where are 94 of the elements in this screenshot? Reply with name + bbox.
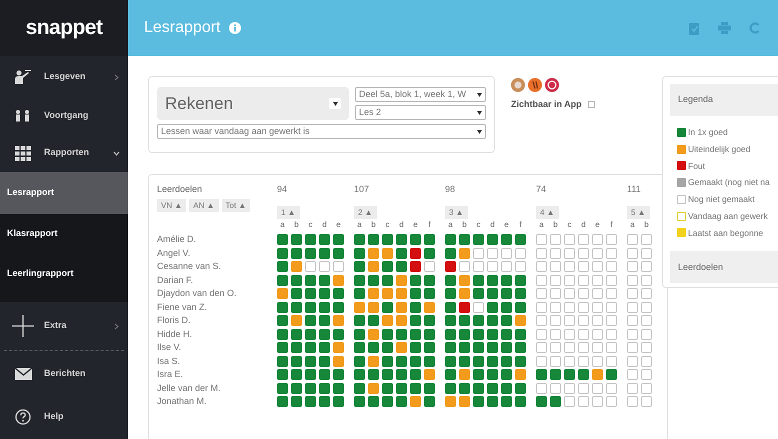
checkbox[interactable] — [588, 101, 595, 108]
submenu-item[interactable]: Lesrapport — [0, 172, 128, 214]
student-name: Angel V. — [157, 246, 192, 260]
student-name: Floris D. — [157, 314, 192, 327]
goal-number: 107 — [354, 183, 370, 196]
page-title: Lesrapport — [144, 18, 220, 38]
goal-number: 94 — [277, 183, 288, 196]
subgoal-letter: e — [503, 219, 510, 231]
sort-button[interactable]: AN ▲ — [189, 199, 219, 212]
notepad-icon[interactable] — [689, 22, 700, 34]
subgoal-letter: d — [580, 219, 587, 231]
subgoal-letter: a — [538, 219, 545, 231]
help-icon — [15, 409, 31, 425]
badge-icon[interactable] — [545, 78, 559, 92]
student-name: Djaydon van den O. — [157, 287, 238, 300]
sort-button[interactable]: 4 ▲ — [536, 206, 559, 219]
subgoal-letter: d — [398, 219, 405, 231]
subgoal-letter: f — [518, 219, 523, 231]
subgoal-letter: f — [427, 219, 432, 231]
subgoal-letter: c — [308, 219, 314, 231]
submenu-item[interactable]: Leerlingrapport — [0, 254, 128, 294]
caret-icon — [477, 130, 482, 134]
subgoal-letter: a — [447, 219, 454, 231]
sort-button[interactable]: VN ▲ — [157, 199, 186, 212]
week-select[interactable]: Deel 5a, blok 1, week 1, W — [355, 87, 486, 102]
subgoal-letter: b — [370, 219, 377, 231]
subgoal-letter: d — [489, 219, 496, 231]
subgoal-letter: b — [293, 219, 300, 231]
caret-icon — [332, 102, 338, 106]
app-logo: snappet — [26, 15, 102, 42]
legend-label: In 1x goed — [688, 126, 728, 139]
legend-header: Legenda — [670, 84, 778, 116]
nav-item[interactable]: Berichten — [0, 351, 128, 397]
sort-button[interactable]: 5 ▲ — [627, 206, 650, 219]
legend-label: Uiteindelijk goed — [688, 142, 750, 156]
grid-icon — [15, 146, 31, 160]
nav-item[interactable]: Rapporten — [0, 134, 128, 172]
subgoal-letter: e — [335, 219, 342, 231]
subgoal-letter: b — [461, 219, 468, 231]
info-icon[interactable] — [228, 22, 240, 34]
student-name: Amélie D. — [157, 233, 198, 246]
student-name: Cesanne van S. — [157, 260, 222, 273]
goal-number: 98 — [445, 183, 456, 196]
student-name: Jelle van der M. — [157, 382, 222, 394]
badge-icon[interactable] — [528, 78, 542, 92]
subgoal-letter: a — [279, 219, 286, 231]
student-name: Isa S. — [157, 354, 182, 368]
sort-button[interactable]: 2 ▲ — [354, 206, 377, 219]
student-name: Darian F. — [157, 274, 194, 286]
nav-item[interactable]: Lesgeven — [0, 56, 128, 98]
subgoal-letter: c — [476, 219, 482, 231]
plus-icon — [12, 315, 34, 337]
lessons-select[interactable]: Lessen waar vandaag aan gewerkt is — [157, 124, 486, 139]
nav-item[interactable]: Extra — [0, 302, 128, 350]
goal-number: 111 — [627, 183, 641, 196]
column-heading: Leerdoelen — [157, 183, 202, 196]
subgoal-letter: d — [321, 219, 328, 231]
subgoal-letter: c — [384, 219, 390, 231]
subgoal-letter: a — [629, 219, 636, 231]
caret-icon — [477, 92, 482, 96]
subgoal-letter: a — [356, 219, 363, 231]
legend-label: Nog niet gemaakt — [688, 193, 755, 206]
student-name: Jonathan M. — [157, 395, 208, 408]
subgoal-letter: c — [566, 219, 572, 231]
teacher-icon — [15, 70, 31, 84]
envelope-icon — [14, 368, 32, 380]
nav-item[interactable]: Help — [0, 397, 128, 437]
nav-item[interactable]: Voortgang — [0, 98, 128, 134]
sort-button[interactable]: Tot ▲ — [222, 199, 250, 212]
refresh-icon[interactable] — [749, 22, 760, 34]
submenu-item[interactable]: Klasrapport — [0, 214, 128, 254]
lesson-select[interactable]: Les 2 — [355, 105, 486, 120]
sort-button[interactable]: 1 ▲ — [277, 206, 300, 219]
goal-number: 74 — [536, 183, 546, 196]
subgoal-letter: e — [412, 219, 419, 231]
subgoal-letter: b — [552, 219, 559, 231]
student-name: Ilse V. — [157, 341, 182, 354]
subgoal-letter: b — [643, 219, 650, 231]
subgoal-letter: f — [609, 219, 614, 231]
legend-label: Vandaag aan gewerk — [688, 210, 768, 222]
visibility-label: Zichtbaar in App — [511, 98, 582, 111]
legend-label: Gemaakt (nog niet na — [688, 176, 770, 189]
section-header[interactable]: Leerdoelen — [670, 251, 778, 284]
legend-label: Laatst aan begonne — [688, 226, 764, 240]
student-name: Hidde H. — [157, 328, 194, 340]
student-name: Isra E. — [157, 368, 184, 381]
caret-icon — [477, 110, 482, 114]
student-name: Fiene van Z. — [157, 300, 208, 314]
sort-button[interactable]: 3 ▲ — [445, 206, 468, 219]
subgoal-letter: e — [594, 219, 601, 231]
printer-icon[interactable] — [718, 22, 731, 34]
people-icon — [14, 110, 32, 122]
subject-select[interactable]: Rekenen — [157, 87, 349, 120]
legend-label: Fout — [688, 160, 706, 172]
